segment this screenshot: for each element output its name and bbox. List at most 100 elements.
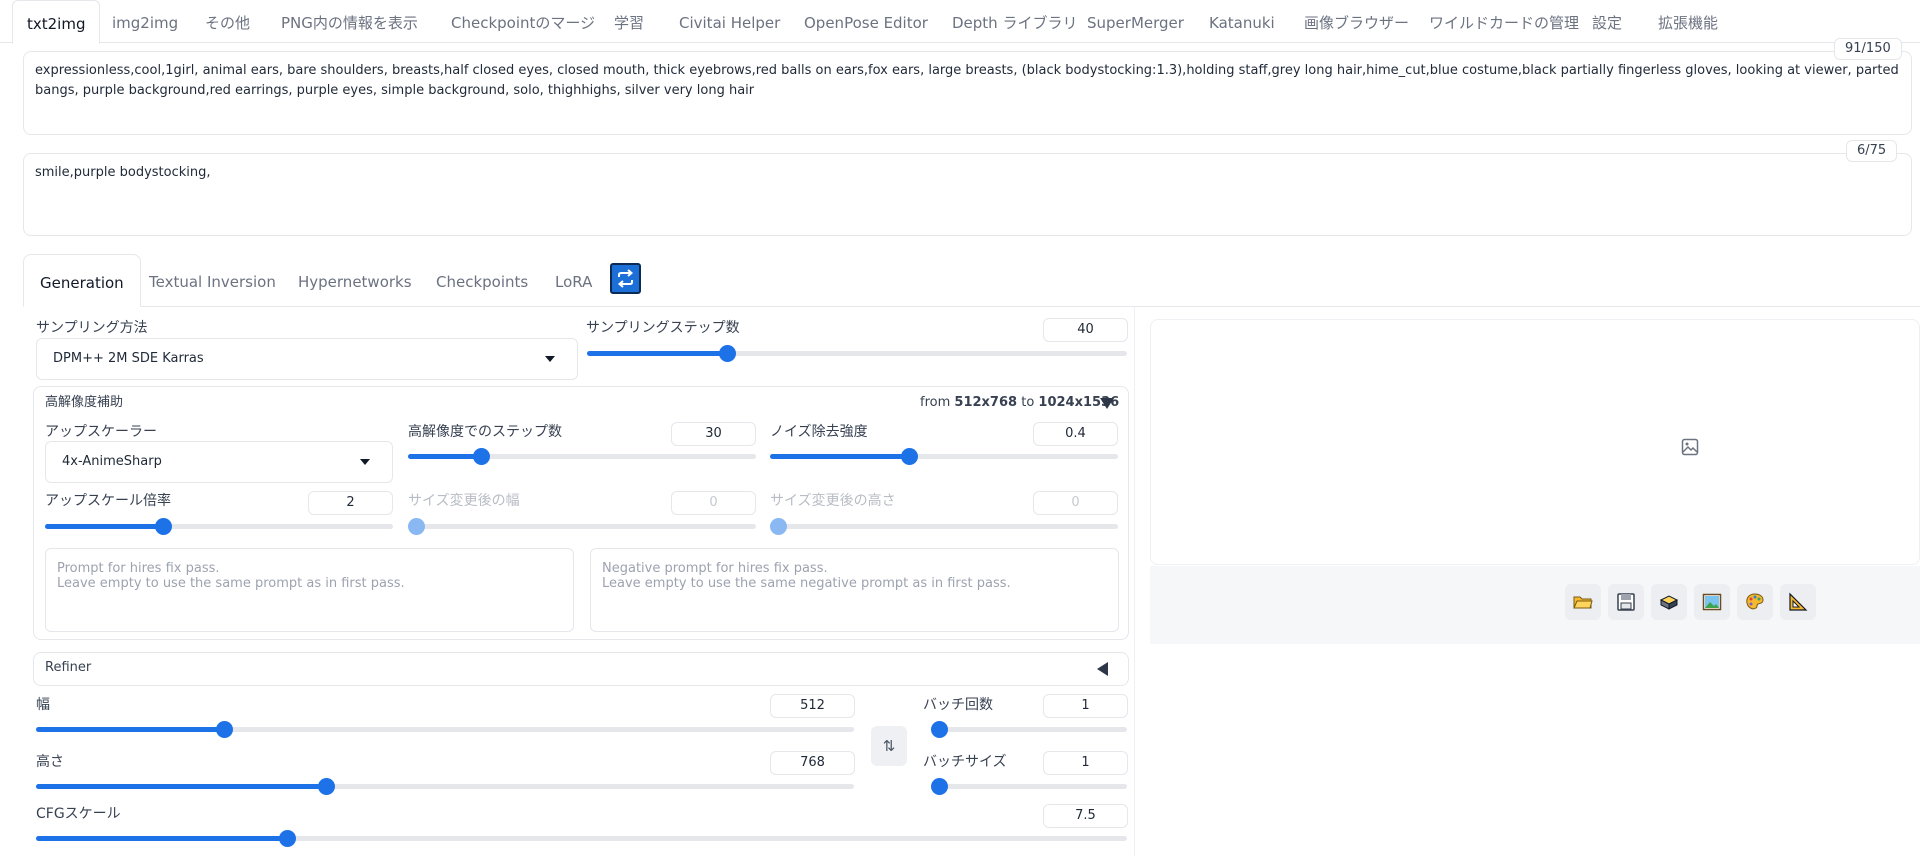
tab-settings[interactable]: 設定: [1592, 0, 1622, 44]
upscale-by-slider[interactable]: [45, 518, 393, 535]
tab-lora[interactable]: LoRA: [555, 254, 592, 307]
hires-prompt-textarea[interactable]: Prompt for hires fix pass. Leave empty t…: [45, 548, 574, 632]
upscale-by-input[interactable]: 2: [308, 491, 393, 515]
zip-button[interactable]: [1651, 584, 1687, 620]
batch-count-slider[interactable]: [931, 721, 1127, 738]
slider-fill: [36, 784, 327, 789]
batch-size-input[interactable]: 1: [1043, 751, 1128, 775]
slider-thumb[interactable]: [931, 778, 948, 795]
refiner-label: Refiner: [45, 660, 92, 675]
upscaler-value: 4x-AnimeSharp: [62, 454, 162, 469]
tab-supermerger[interactable]: SuperMerger: [1087, 0, 1184, 44]
refiner-panel[interactable]: [33, 652, 1129, 686]
send-to-inpaint-icon: [1746, 593, 1764, 610]
save-icon: [1617, 593, 1635, 611]
hires-from-value: 512x768: [954, 395, 1018, 410]
slider-thumb[interactable]: [278, 830, 296, 847]
tab-checkpoints[interactable]: Checkpoints: [436, 254, 528, 307]
slider-fill: [408, 454, 482, 459]
hires-steps-input[interactable]: 30: [671, 422, 756, 446]
tab-extras[interactable]: その他: [205, 0, 250, 44]
tab-depth-library[interactable]: Depth ライブラリ: [952, 0, 1077, 44]
send-to-extras-button[interactable]: [1780, 584, 1816, 620]
sampling-method-dropdown[interactable]: DPM++ 2M SDE Karras: [36, 338, 578, 380]
swap-dimensions-button[interactable]: ⇅: [871, 726, 907, 766]
denoising-strength-slider[interactable]: [770, 448, 1118, 465]
resize-width-label: サイズ変更後の幅: [408, 493, 520, 509]
tab-extensions[interactable]: 拡張機能: [1658, 0, 1718, 44]
prompt-token-counter: 91/150: [1834, 38, 1902, 60]
batch-count-label: バッチ回数: [923, 697, 993, 713]
sampling-steps-slider[interactable]: [587, 345, 1127, 362]
sampling-steps-label: サンプリングステップ数: [586, 320, 740, 336]
slider-thumb[interactable]: [216, 721, 234, 738]
cfg-scale-slider[interactable]: [36, 830, 1127, 847]
negative-prompt-token-counter: 6/75: [1846, 140, 1898, 162]
slider-fill: [770, 454, 910, 459]
archive-icon: [1659, 595, 1679, 610]
tab-hypernetworks[interactable]: Hypernetworks: [298, 254, 412, 307]
slider-thumb: [408, 518, 425, 535]
slider-fill: [587, 351, 728, 356]
sampling-method-value: DPM++ 2M SDE Karras: [53, 351, 204, 366]
refresh-networks-button[interactable]: [610, 263, 641, 294]
batch-size-label: バッチサイズ: [923, 754, 1007, 770]
denoising-strength-input[interactable]: 0.4: [1033, 422, 1118, 446]
resize-height-input: 0: [1033, 491, 1118, 515]
width-input[interactable]: 512: [770, 694, 855, 718]
chevron-down-icon: [360, 459, 370, 465]
hires-to-label: to: [1021, 395, 1035, 410]
upscaler-dropdown[interactable]: 4x-AnimeSharp: [45, 441, 393, 483]
hires-from-label: from: [920, 395, 951, 410]
send-to-extras-icon: [1789, 592, 1808, 611]
upscaler-label: アップスケーラー: [45, 424, 157, 440]
width-label: 幅: [36, 697, 50, 713]
tab-katanuki[interactable]: Katanuki: [1209, 0, 1275, 44]
batch-size-slider[interactable]: [931, 778, 1127, 795]
generation-tab-bar: Generation Textual Inversion Hypernetwor…: [23, 254, 1920, 307]
tab-textual-inversion[interactable]: Textual Inversion: [149, 254, 276, 307]
send-to-img2img-icon: [1702, 593, 1722, 611]
prompt-textarea[interactable]: expressionless,cool,1girl, animal ears, …: [23, 51, 1912, 135]
hires-resolution-info: from 512x768 to 1024x1536: [920, 395, 1119, 410]
tab-png-info[interactable]: PNG内の情報を表示: [281, 0, 418, 44]
width-slider[interactable]: [36, 721, 854, 738]
tab-openpose-editor[interactable]: OpenPose Editor: [804, 0, 928, 44]
sampling-method-label: サンプリング方法: [36, 320, 148, 336]
collapse-left-icon[interactable]: [1097, 662, 1108, 676]
resize-width-input: 0: [671, 491, 756, 515]
save-button[interactable]: [1608, 584, 1644, 620]
image-placeholder-icon: [1681, 438, 1699, 456]
slider-fill: [45, 524, 164, 529]
negative-prompt-textarea[interactable]: smile,purple bodystocking,: [23, 153, 1912, 236]
sampling-steps-input[interactable]: 40: [1043, 318, 1128, 342]
send-to-inpaint-button[interactable]: [1737, 584, 1773, 620]
tab-wildcards-manager[interactable]: ワイルドカードの管理: [1429, 0, 1579, 44]
tab-train[interactable]: 学習: [614, 0, 644, 44]
open-folder-button[interactable]: [1565, 584, 1601, 620]
tab-img2img[interactable]: img2img: [112, 0, 178, 44]
tab-checkpoint-merger[interactable]: Checkpointのマージ: [451, 0, 595, 44]
height-slider[interactable]: [36, 778, 854, 795]
cfg-scale-input[interactable]: 7.5: [1043, 804, 1128, 828]
tab-image-browser[interactable]: 画像ブラウザー: [1304, 0, 1409, 44]
hires-negative-prompt-textarea[interactable]: Negative prompt for hires fix pass. Leav…: [590, 548, 1119, 632]
height-label: 高さ: [36, 754, 64, 770]
chevron-down-icon: [545, 356, 555, 362]
height-input[interactable]: 768: [770, 751, 855, 775]
resize-height-slider: [770, 518, 1118, 535]
slider-thumb[interactable]: [931, 721, 948, 738]
tab-generation[interactable]: Generation: [23, 254, 141, 307]
upscale-by-label: アップスケール倍率: [45, 493, 171, 509]
swap-icon: ⇅: [882, 737, 896, 755]
folder-icon: [1573, 596, 1593, 609]
resize-width-slider: [408, 518, 756, 535]
batch-count-input[interactable]: 1: [1043, 694, 1128, 718]
send-to-img2img-button[interactable]: [1694, 584, 1730, 620]
slider-thumb[interactable]: [473, 448, 491, 465]
collapse-down-icon[interactable]: [1100, 398, 1114, 409]
tab-civitai-helper[interactable]: Civitai Helper: [679, 0, 780, 44]
hires-steps-slider[interactable]: [408, 448, 756, 465]
tab-txt2img[interactable]: txt2img: [12, 0, 101, 44]
hires-fix-title[interactable]: 高解像度補助: [45, 391, 123, 410]
